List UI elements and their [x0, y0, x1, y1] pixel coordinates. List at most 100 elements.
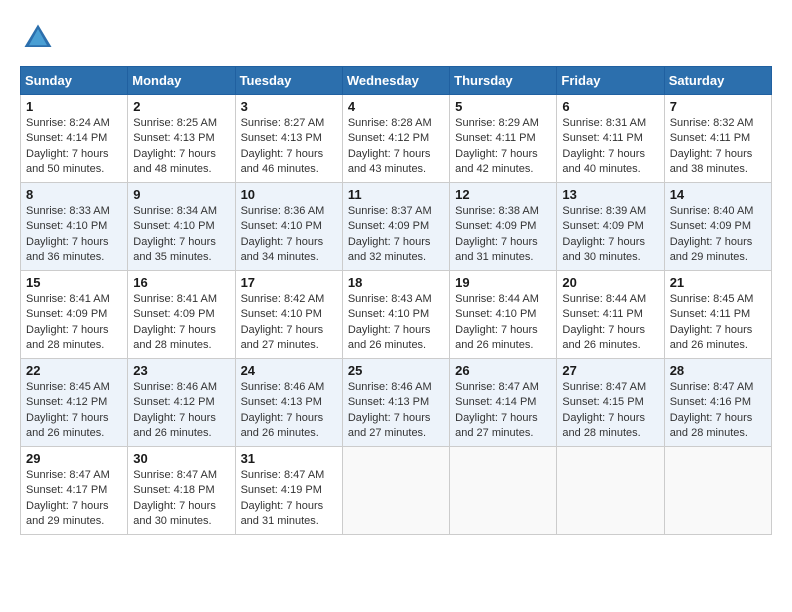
- day-info: Sunrise: 8:47 AM Sunset: 4:17 PM Dayligh…: [26, 468, 122, 530]
- calendar-cell: 25 Sunrise: 8:46 AM Sunset: 4:13 PM Dayl…: [342, 359, 449, 447]
- calendar-cell: 18 Sunrise: 8:43 AM Sunset: 4:10 PM Dayl…: [342, 271, 449, 359]
- calendar-cell: 2 Sunrise: 8:25 AM Sunset: 4:13 PM Dayli…: [128, 95, 235, 183]
- sunrise-label: Sunrise: 8:28 AM: [348, 117, 432, 129]
- day-info: Sunrise: 8:34 AM Sunset: 4:10 PM Dayligh…: [133, 204, 229, 266]
- calendar-cell: 14 Sunrise: 8:40 AM Sunset: 4:09 PM Dayl…: [664, 183, 771, 271]
- daylight-label: Daylight: 7 hours and 38 minutes.: [670, 148, 753, 175]
- calendar-cell: 24 Sunrise: 8:46 AM Sunset: 4:13 PM Dayl…: [235, 359, 342, 447]
- daylight-label: Daylight: 7 hours and 50 minutes.: [26, 148, 109, 175]
- day-info: Sunrise: 8:41 AM Sunset: 4:09 PM Dayligh…: [26, 292, 122, 354]
- day-header-wednesday: Wednesday: [342, 67, 449, 95]
- sunset-label: Sunset: 4:10 PM: [241, 308, 322, 320]
- calendar-cell: 21 Sunrise: 8:45 AM Sunset: 4:11 PM Dayl…: [664, 271, 771, 359]
- day-info: Sunrise: 8:25 AM Sunset: 4:13 PM Dayligh…: [133, 116, 229, 178]
- daylight-label: Daylight: 7 hours and 26 minutes.: [562, 324, 645, 351]
- daylight-label: Daylight: 7 hours and 27 minutes.: [348, 412, 431, 439]
- day-info: Sunrise: 8:39 AM Sunset: 4:09 PM Dayligh…: [562, 204, 658, 266]
- calendar-cell: 5 Sunrise: 8:29 AM Sunset: 4:11 PM Dayli…: [450, 95, 557, 183]
- day-number: 9: [133, 187, 229, 202]
- sunrise-label: Sunrise: 8:31 AM: [562, 117, 646, 129]
- day-info: Sunrise: 8:24 AM Sunset: 4:14 PM Dayligh…: [26, 116, 122, 178]
- sunset-label: Sunset: 4:09 PM: [133, 308, 214, 320]
- calendar-cell: 13 Sunrise: 8:39 AM Sunset: 4:09 PM Dayl…: [557, 183, 664, 271]
- day-info: Sunrise: 8:31 AM Sunset: 4:11 PM Dayligh…: [562, 116, 658, 178]
- daylight-label: Daylight: 7 hours and 31 minutes.: [455, 236, 538, 263]
- day-number: 22: [26, 363, 122, 378]
- daylight-label: Daylight: 7 hours and 43 minutes.: [348, 148, 431, 175]
- day-info: Sunrise: 8:47 AM Sunset: 4:15 PM Dayligh…: [562, 380, 658, 442]
- calendar-cell: 10 Sunrise: 8:36 AM Sunset: 4:10 PM Dayl…: [235, 183, 342, 271]
- day-info: Sunrise: 8:47 AM Sunset: 4:18 PM Dayligh…: [133, 468, 229, 530]
- calendar-cell: [450, 447, 557, 535]
- sunrise-label: Sunrise: 8:40 AM: [670, 205, 754, 217]
- day-number: 8: [26, 187, 122, 202]
- sunset-label: Sunset: 4:09 PM: [26, 308, 107, 320]
- day-number: 6: [562, 99, 658, 114]
- day-number: 5: [455, 99, 551, 114]
- sunrise-label: Sunrise: 8:44 AM: [562, 293, 646, 305]
- calendar-cell: 15 Sunrise: 8:41 AM Sunset: 4:09 PM Dayl…: [21, 271, 128, 359]
- sunset-label: Sunset: 4:11 PM: [562, 132, 643, 144]
- sunrise-label: Sunrise: 8:38 AM: [455, 205, 539, 217]
- logo: [20, 20, 62, 56]
- calendar-cell: 30 Sunrise: 8:47 AM Sunset: 4:18 PM Dayl…: [128, 447, 235, 535]
- day-info: Sunrise: 8:40 AM Sunset: 4:09 PM Dayligh…: [670, 204, 766, 266]
- day-info: Sunrise: 8:46 AM Sunset: 4:13 PM Dayligh…: [241, 380, 337, 442]
- day-number: 10: [241, 187, 337, 202]
- day-number: 16: [133, 275, 229, 290]
- sunrise-label: Sunrise: 8:44 AM: [455, 293, 539, 305]
- sunrise-label: Sunrise: 8:45 AM: [26, 381, 110, 393]
- daylight-label: Daylight: 7 hours and 46 minutes.: [241, 148, 324, 175]
- day-info: Sunrise: 8:37 AM Sunset: 4:09 PM Dayligh…: [348, 204, 444, 266]
- day-header-monday: Monday: [128, 67, 235, 95]
- day-info: Sunrise: 8:29 AM Sunset: 4:11 PM Dayligh…: [455, 116, 551, 178]
- calendar-cell: 22 Sunrise: 8:45 AM Sunset: 4:12 PM Dayl…: [21, 359, 128, 447]
- day-header-saturday: Saturday: [664, 67, 771, 95]
- daylight-label: Daylight: 7 hours and 26 minutes.: [133, 412, 216, 439]
- day-info: Sunrise: 8:33 AM Sunset: 4:10 PM Dayligh…: [26, 204, 122, 266]
- sunrise-label: Sunrise: 8:46 AM: [133, 381, 217, 393]
- sunrise-label: Sunrise: 8:37 AM: [348, 205, 432, 217]
- sunset-label: Sunset: 4:10 PM: [348, 308, 429, 320]
- daylight-label: Daylight: 7 hours and 28 minutes.: [670, 412, 753, 439]
- calendar-cell: [342, 447, 449, 535]
- day-info: Sunrise: 8:44 AM Sunset: 4:11 PM Dayligh…: [562, 292, 658, 354]
- day-info: Sunrise: 8:27 AM Sunset: 4:13 PM Dayligh…: [241, 116, 337, 178]
- sunrise-label: Sunrise: 8:42 AM: [241, 293, 325, 305]
- daylight-label: Daylight: 7 hours and 29 minutes.: [670, 236, 753, 263]
- page-header: [20, 20, 772, 56]
- sunrise-label: Sunrise: 8:47 AM: [670, 381, 754, 393]
- calendar-cell: 28 Sunrise: 8:47 AM Sunset: 4:16 PM Dayl…: [664, 359, 771, 447]
- daylight-label: Daylight: 7 hours and 26 minutes.: [348, 324, 431, 351]
- day-number: 17: [241, 275, 337, 290]
- calendar-cell: 6 Sunrise: 8:31 AM Sunset: 4:11 PM Dayli…: [557, 95, 664, 183]
- sunset-label: Sunset: 4:10 PM: [133, 220, 214, 232]
- calendar-cell: 16 Sunrise: 8:41 AM Sunset: 4:09 PM Dayl…: [128, 271, 235, 359]
- sunrise-label: Sunrise: 8:47 AM: [455, 381, 539, 393]
- daylight-label: Daylight: 7 hours and 28 minutes.: [26, 324, 109, 351]
- sunrise-label: Sunrise: 8:34 AM: [133, 205, 217, 217]
- day-header-thursday: Thursday: [450, 67, 557, 95]
- day-number: 19: [455, 275, 551, 290]
- sunrise-label: Sunrise: 8:43 AM: [348, 293, 432, 305]
- day-number: 2: [133, 99, 229, 114]
- daylight-label: Daylight: 7 hours and 35 minutes.: [133, 236, 216, 263]
- day-info: Sunrise: 8:28 AM Sunset: 4:12 PM Dayligh…: [348, 116, 444, 178]
- calendar-cell: [557, 447, 664, 535]
- daylight-label: Daylight: 7 hours and 32 minutes.: [348, 236, 431, 263]
- day-number: 4: [348, 99, 444, 114]
- calendar-cell: 4 Sunrise: 8:28 AM Sunset: 4:12 PM Dayli…: [342, 95, 449, 183]
- calendar-cell: 9 Sunrise: 8:34 AM Sunset: 4:10 PM Dayli…: [128, 183, 235, 271]
- day-number: 25: [348, 363, 444, 378]
- day-header-sunday: Sunday: [21, 67, 128, 95]
- day-number: 11: [348, 187, 444, 202]
- day-number: 13: [562, 187, 658, 202]
- sunrise-label: Sunrise: 8:27 AM: [241, 117, 325, 129]
- calendar-cell: 3 Sunrise: 8:27 AM Sunset: 4:13 PM Dayli…: [235, 95, 342, 183]
- sunset-label: Sunset: 4:11 PM: [455, 132, 536, 144]
- day-info: Sunrise: 8:47 AM Sunset: 4:14 PM Dayligh…: [455, 380, 551, 442]
- daylight-label: Daylight: 7 hours and 28 minutes.: [562, 412, 645, 439]
- calendar-table: SundayMondayTuesdayWednesdayThursdayFrid…: [20, 66, 772, 535]
- day-info: Sunrise: 8:43 AM Sunset: 4:10 PM Dayligh…: [348, 292, 444, 354]
- sunrise-label: Sunrise: 8:47 AM: [562, 381, 646, 393]
